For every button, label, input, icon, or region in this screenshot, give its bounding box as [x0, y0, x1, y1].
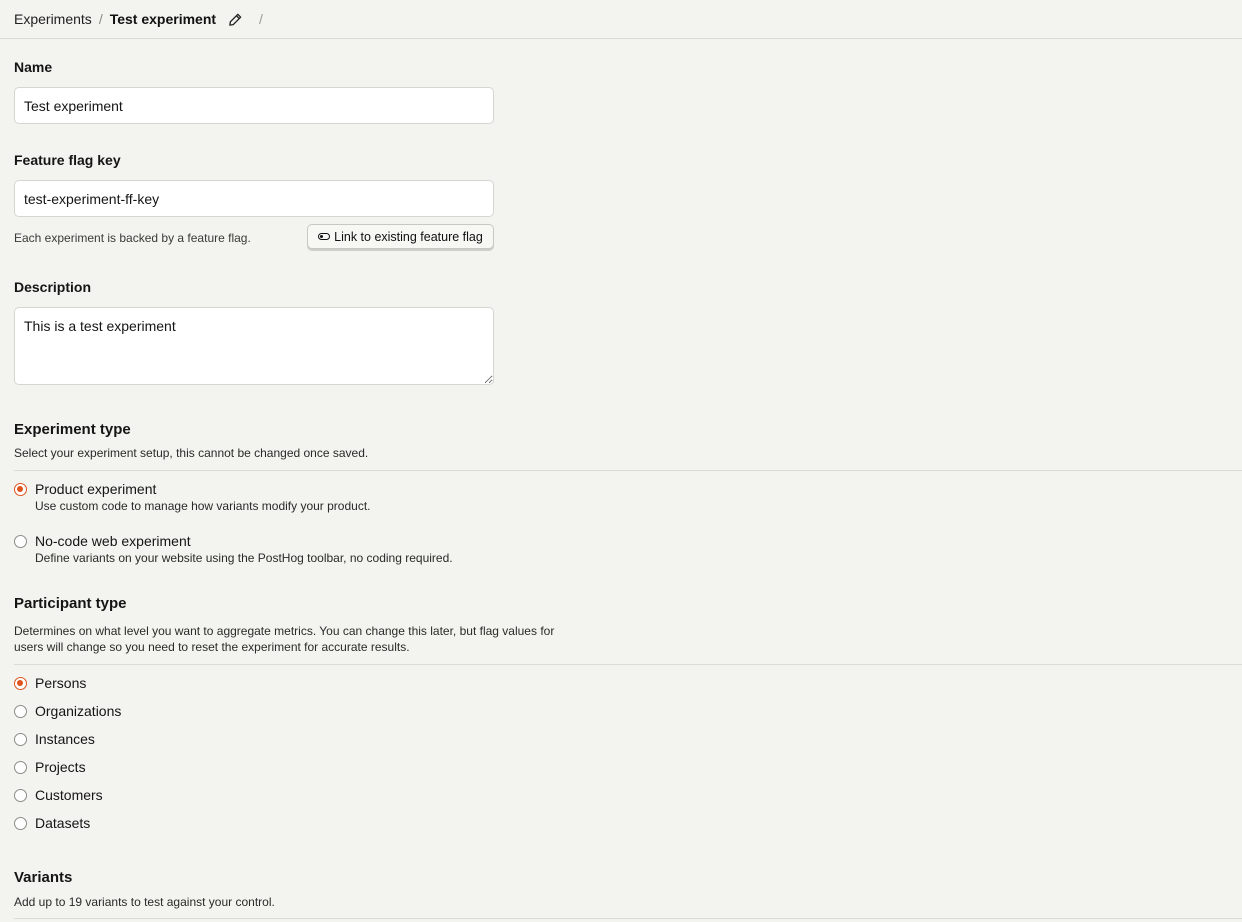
divider — [14, 664, 1242, 665]
radio-button[interactable] — [14, 535, 27, 548]
radio-datasets[interactable]: Datasets — [14, 815, 90, 832]
radio-instances[interactable]: Instances — [14, 731, 95, 748]
radio-label: Persons — [35, 675, 87, 691]
radio-product-experiment[interactable]: Product experiment Use custom code to ma… — [14, 481, 371, 514]
participant-type-description-line1: Determines on what level you want to agg… — [14, 624, 555, 638]
radio-button[interactable] — [14, 789, 27, 802]
pencil-icon[interactable] — [228, 12, 243, 27]
radio-label: Customers — [35, 787, 103, 803]
radio-label: Product experiment — [35, 481, 157, 497]
radio-customers[interactable]: Customers — [14, 787, 103, 804]
variants-title: Variants — [14, 869, 73, 886]
description-textarea[interactable]: This is a test experiment — [14, 307, 494, 385]
variants-description: Add up to 19 variants to test against yo… — [14, 895, 275, 909]
radio-label: No-code web experiment — [35, 533, 191, 549]
radio-label: Projects — [35, 759, 86, 775]
radio-organizations[interactable]: Organizations — [14, 703, 121, 720]
experiment-type-title: Experiment type — [14, 421, 131, 438]
radio-button[interactable] — [14, 761, 27, 774]
feature-flag-key-label: Feature flag key — [14, 152, 121, 168]
feature-flag-key-input[interactable] — [14, 180, 494, 217]
experiment-type-description: Select your experiment setup, this canno… — [14, 446, 369, 460]
participant-type-title: Participant type — [14, 595, 127, 612]
radio-persons[interactable]: Persons — [14, 675, 86, 692]
radio-button[interactable] — [14, 705, 27, 718]
breadcrumb-trailing-separator: / — [259, 11, 263, 27]
radio-button[interactable] — [14, 677, 27, 690]
radio-sublabel: Define variants on your website using th… — [35, 551, 453, 565]
breadcrumb-experiments[interactable]: Experiments — [14, 11, 92, 27]
radio-label: Organizations — [35, 703, 122, 719]
radio-label: Datasets — [35, 815, 91, 831]
breadcrumb-current: Test experiment — [109, 11, 217, 27]
description-label: Description — [14, 279, 92, 295]
breadcrumb: Experiments / Test experiment / — [0, 0, 1242, 39]
radio-sublabel: Use custom code to manage how variants m… — [35, 499, 371, 513]
link-existing-flag-button[interactable]: Link to existing feature flag — [307, 224, 494, 249]
radio-projects[interactable]: Projects — [14, 759, 86, 776]
radio-no-code-web-experiment[interactable]: No-code web experiment Define variants o… — [14, 533, 453, 566]
participant-type-description-line2: users will change so you need to reset t… — [14, 640, 410, 654]
radio-button[interactable] — [14, 817, 27, 830]
breadcrumb-separator: / — [98, 11, 103, 27]
radio-button[interactable] — [14, 733, 27, 746]
radio-button[interactable] — [14, 483, 27, 496]
name-label: Name — [14, 59, 53, 75]
divider — [14, 918, 1242, 919]
feature-flag-hint: Each experiment is backed by a feature f… — [14, 231, 251, 245]
toggle-icon — [318, 233, 331, 240]
radio-label: Instances — [35, 731, 95, 747]
name-input[interactable] — [14, 87, 494, 124]
divider — [14, 470, 1242, 471]
link-existing-flag-label: Link to existing feature flag — [334, 229, 483, 244]
